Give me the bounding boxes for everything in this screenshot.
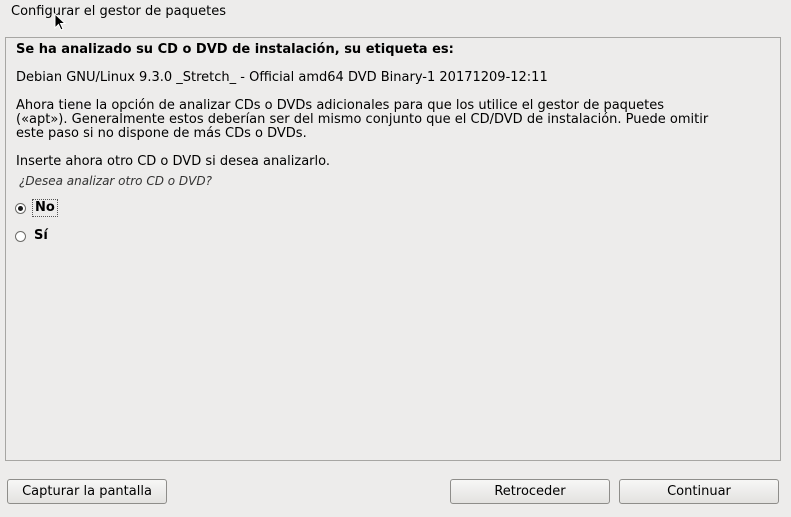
content-panel: Se ha analizado su CD o DVD de instalaci… — [5, 37, 781, 461]
back-button[interactable]: Retroceder — [450, 479, 610, 504]
radio-button-selected[interactable] — [15, 202, 26, 214]
option-no[interactable]: No — [15, 199, 58, 217]
mouse-pointer-icon — [54, 13, 66, 31]
screenshot-button[interactable]: Capturar la pantalla — [7, 479, 167, 504]
page-title: Configurar el gestor de paquetes — [11, 4, 226, 19]
continue-button[interactable]: Continuar — [619, 479, 779, 504]
analyzed-label: Se ha analizado su CD o DVD de instalaci… — [16, 42, 454, 57]
description-line: este paso si no dispone de más CDs o DVD… — [16, 126, 307, 141]
insert-instruction: Inserte ahora otro CD o DVD si desea ana… — [16, 154, 330, 169]
disc-label: Debian GNU/Linux 9.3.0 _Stretch_ - Offic… — [16, 70, 548, 85]
description-line: («apt»). Generalmente estos deberían ser… — [16, 112, 709, 127]
description: Ahora tiene la opción de analizar CDs o … — [16, 99, 776, 141]
option-si-label[interactable]: Sí — [32, 228, 50, 244]
description-line: Ahora tiene la opción de analizar CDs o … — [16, 98, 665, 113]
question-label: ¿Desea analizar otro CD o DVD? — [19, 174, 212, 188]
option-si[interactable]: Sí — [15, 227, 50, 245]
option-no-label[interactable]: No — [32, 199, 58, 217]
radio-button[interactable] — [15, 230, 26, 242]
